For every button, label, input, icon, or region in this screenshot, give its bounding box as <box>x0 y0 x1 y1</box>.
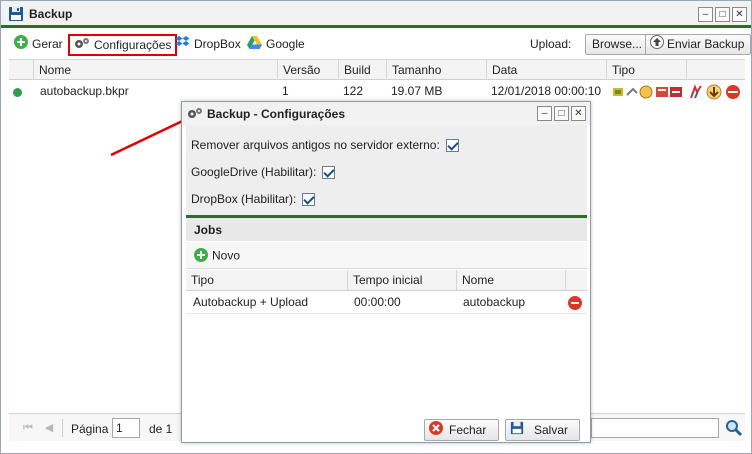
jobs-table-row[interactable]: Autobackup + Upload 00:00:00 autobackup <box>186 292 587 314</box>
page-total-label: de 1 <box>149 422 173 436</box>
googledrive-checkbox[interactable] <box>322 166 336 180</box>
backup-grid-header: Nome Versão Build Tamanho Data Tipo <box>9 59 745 80</box>
pagina-label: Página <box>71 422 109 436</box>
cell-build: 122 <box>343 84 364 98</box>
column-tamanho[interactable]: Tamanho <box>386 60 486 80</box>
plus-circle-icon <box>14 35 28 54</box>
remover-antigos-checkbox[interactable] <box>445 139 459 153</box>
upload-arrow-icon <box>650 35 664 55</box>
dropbox-button[interactable]: DropBox <box>175 35 241 55</box>
dropbox-checkbox[interactable] <box>302 193 316 207</box>
cell-nome: autobackup.bkpr <box>40 84 129 98</box>
dialog-footer: Fechar Salvar <box>186 415 587 442</box>
google-label: Google <box>266 37 305 51</box>
window-titlebar[interactable]: Backup – □ ✕ <box>1 1 751 28</box>
configuracoes-dialog: Backup - Configurações – □ ✕ Remover arq… <box>181 101 591 443</box>
dialog-maximize-button[interactable]: □ <box>554 106 569 121</box>
dialog-minimize-button[interactable]: – <box>537 106 552 121</box>
dialog-close-button[interactable]: ✕ <box>571 106 586 121</box>
fechar-label: Fechar <box>449 423 487 437</box>
option-label: DropBox (Habilitar): <box>191 192 297 206</box>
browse-button[interactable]: Browse... <box>585 34 650 55</box>
prev-page-icon[interactable]: ◀ <box>42 421 56 435</box>
row-action-icons[interactable] <box>689 84 745 100</box>
cell-versao: 1 <box>282 84 289 98</box>
cell-tamanho: 19.07 MB <box>391 84 443 98</box>
jobs-grid-header: Tipo Tempo inicial Nome <box>186 270 587 291</box>
dropbox-label: DropBox <box>194 37 241 51</box>
jobs-column-tipo[interactable]: Tipo <box>186 270 347 290</box>
jobs-toolbar: Novo <box>186 242 587 269</box>
jobs-column-nome[interactable]: Nome <box>456 270 565 290</box>
config-form: Remover arquivos antigos no servidor ext… <box>186 125 587 215</box>
gerar-button[interactable]: Gerar <box>14 35 63 55</box>
configuracoes-button[interactable]: Configurações <box>68 34 178 56</box>
cancel-icon <box>429 420 443 441</box>
jobs-panel-header: Jobs <box>186 215 587 241</box>
option-remover-antigos: Remover arquivos antigos no servidor ext… <box>191 138 459 153</box>
enviar-backup-button[interactable]: Enviar Backup <box>645 34 752 55</box>
close-button[interactable]: ✕ <box>732 7 747 22</box>
floppy-disk-icon <box>510 421 524 441</box>
plus-circle-icon <box>194 248 208 265</box>
search-input[interactable] <box>591 418 719 438</box>
google-button[interactable]: Google <box>247 35 305 55</box>
column-actions <box>686 60 745 80</box>
maximize-button[interactable]: □ <box>715 7 730 22</box>
window-title: Backup <box>29 7 73 21</box>
enviar-backup-label: Enviar Backup <box>667 37 745 52</box>
column-build[interactable]: Build <box>338 60 386 80</box>
first-page-icon[interactable]: ⏮ <box>21 421 35 435</box>
main-toolbar: Gerar Configurações DropBox Google Uploa… <box>1 31 752 58</box>
novo-button[interactable]: Novo <box>194 248 240 265</box>
novo-label: Novo <box>212 248 241 263</box>
salvar-button[interactable]: Salvar <box>505 419 580 441</box>
jobs-column-actions <box>565 270 587 290</box>
job-nome: autobackup <box>463 295 526 309</box>
google-drive-icon <box>247 35 262 54</box>
gears-icon <box>74 37 90 55</box>
gerar-label: Gerar <box>32 37 63 51</box>
column-data[interactable]: Data <box>486 60 606 80</box>
tipo-icons <box>613 85 683 99</box>
fechar-button[interactable]: Fechar <box>424 419 499 441</box>
page-input[interactable]: 1 <box>112 418 140 438</box>
table-row[interactable]: autobackup.bkpr 1 122 19.07 MB 12/01/201… <box>9 81 745 102</box>
dropbox-icon <box>175 35 190 54</box>
option-googledrive: GoogleDrive (Habilitar): <box>191 165 336 180</box>
cell-data: 12/01/2018 00:00:10 <box>491 84 602 98</box>
column-nome[interactable]: Nome <box>33 60 277 80</box>
gears-icon <box>187 107 203 123</box>
column-versao[interactable]: Versão <box>277 60 338 80</box>
upload-label: Upload: <box>530 37 572 51</box>
option-dropbox: DropBox (Habilitar): <box>191 192 316 207</box>
floppy-disk-icon <box>8 6 24 22</box>
delete-job-icon[interactable] <box>568 296 582 313</box>
column-tipo[interactable]: Tipo <box>606 60 686 80</box>
salvar-label: Salvar <box>534 423 569 437</box>
job-tempo: 00:00:00 <box>354 295 401 309</box>
configuracoes-label: Configurações <box>94 38 172 52</box>
status-dot <box>13 88 22 97</box>
jobs-column-tempo[interactable]: Tempo inicial <box>347 270 456 290</box>
minimize-button[interactable]: – <box>698 7 713 22</box>
option-label: GoogleDrive (Habilitar): <box>191 165 317 179</box>
jobs-title: Jobs <box>194 223 223 237</box>
dialog-title: Backup - Configurações <box>207 107 346 121</box>
job-tipo: Autobackup + Upload <box>193 295 309 309</box>
option-label: Remover arquivos antigos no servidor ext… <box>191 138 440 152</box>
search-icon[interactable] <box>725 419 743 440</box>
dialog-titlebar[interactable]: Backup - Configurações – □ ✕ <box>182 102 590 125</box>
